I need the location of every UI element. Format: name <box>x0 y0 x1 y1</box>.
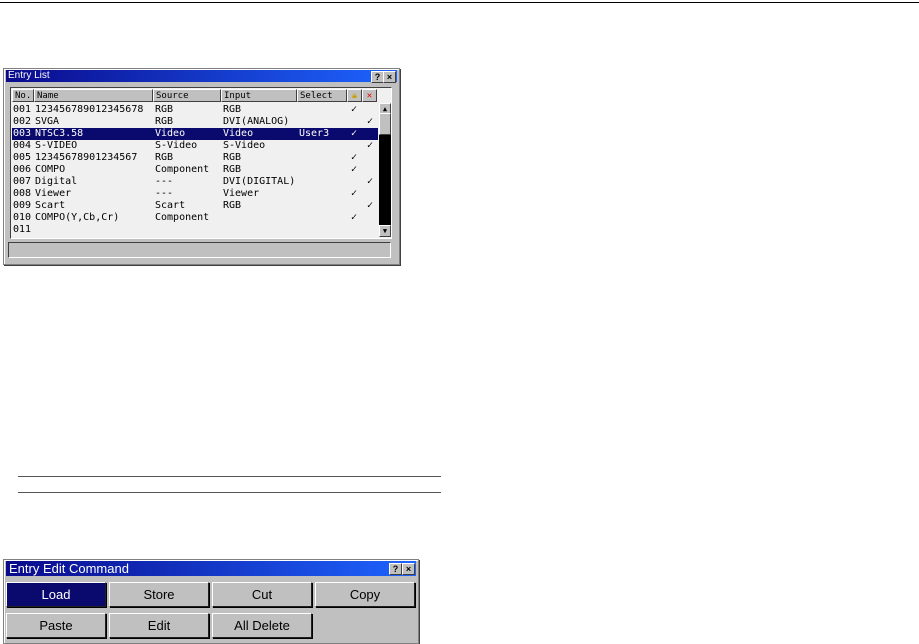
edit-button[interactable]: Edit <box>109 613 209 638</box>
entry-no: 010 <box>13 212 32 223</box>
entry-name: Digital <box>35 176 78 187</box>
table-row[interactable]: 001 123456789012345678 RGB RGB ✓ <box>12 104 378 116</box>
header-name[interactable]: Name <box>34 89 153 102</box>
entry-source: --- <box>155 188 174 199</box>
entry-no: 005 <box>13 152 32 163</box>
lock-check: ✓ <box>351 152 358 163</box>
entry-no: 006 <box>13 164 32 175</box>
lock-check: ✓ <box>351 212 358 223</box>
entry-input: RGB <box>223 200 242 211</box>
entry-source: --- <box>155 176 174 187</box>
delete-check: ✓ <box>367 140 374 151</box>
entry-name: 123456789012345678 <box>35 104 144 115</box>
entry-input: DVI(DIGITAL) <box>223 176 296 187</box>
entry-input: RGB <box>223 152 242 163</box>
scroll-thumb[interactable] <box>379 113 391 135</box>
entry-name: S-VIDEO <box>35 140 78 151</box>
entry-name: Viewer <box>35 188 72 199</box>
lock-check: ✓ <box>351 128 358 139</box>
window-title: Entry List <box>8 70 50 81</box>
entry-source: RGB <box>155 116 174 127</box>
entry-name: Scart <box>35 200 66 211</box>
header-source[interactable]: Source <box>153 89 221 102</box>
entry-no: 009 <box>13 200 32 211</box>
separator-line <box>18 476 441 477</box>
entry-no: 011 <box>13 224 32 235</box>
entry-table: No. Name Source Input Select 🔒︎ ✕ 001 123… <box>10 87 392 239</box>
entry-input: RGB <box>223 104 242 115</box>
scroll-down-arrow-icon[interactable]: ▼ <box>379 225 391 237</box>
table-row[interactable]: 011 <box>12 224 378 236</box>
copy-button[interactable]: Copy <box>315 582 415 607</box>
entry-source: Scart <box>155 200 186 211</box>
entry-no: 007 <box>13 176 32 187</box>
all-delete-button[interactable]: All Delete <box>212 613 312 638</box>
entry-name: SVGA <box>35 116 60 127</box>
header-input[interactable]: Input <box>221 89 297 102</box>
header-no[interactable]: No. <box>12 89 34 102</box>
entry-no: 001 <box>13 104 32 115</box>
entry-no: 003 <box>13 128 32 139</box>
entry-source: S-Video <box>155 140 198 151</box>
top-rule <box>0 2 919 3</box>
table-row[interactable]: 009 Scart Scart RGB ✓ <box>12 200 378 212</box>
entry-name: 12345678901234567 <box>35 152 138 163</box>
entry-no: 004 <box>13 140 32 151</box>
table-row[interactable]: 005 12345678901234567 RGB RGB ✓ <box>12 152 378 164</box>
scrollbar[interactable]: ▲ ▼ <box>379 103 391 237</box>
entry-source: RGB <box>155 152 174 163</box>
delete-check: ✓ <box>367 200 374 211</box>
entry-input: Video <box>223 128 254 139</box>
entry-input: Viewer <box>223 188 260 199</box>
table-row[interactable]: 008 Viewer --- Viewer ✓ <box>12 188 378 200</box>
lock-check: ✓ <box>351 104 358 115</box>
table-row[interactable]: 004 S-VIDEO S-Video S-Video ✓ <box>12 140 378 152</box>
entry-list-window: Entry List ? × No. Name Source Input Sel… <box>3 68 400 265</box>
close-button[interactable]: × <box>402 563 415 575</box>
close-button[interactable]: × <box>383 71 396 83</box>
lock-icon[interactable]: 🔒︎ <box>347 89 362 102</box>
load-button[interactable]: Load <box>6 582 106 607</box>
table-row[interactable]: 010 COMPO(Y,Cb,Cr) Component ✓ <box>12 212 378 224</box>
lock-check: ✓ <box>351 164 358 175</box>
help-button[interactable]: ? <box>389 563 402 575</box>
entry-input: S-Video <box>223 140 266 151</box>
entry-no: 002 <box>13 116 32 127</box>
delete-icon[interactable]: ✕ <box>362 89 377 102</box>
store-button[interactable]: Store <box>109 582 209 607</box>
entry-no: 008 <box>13 188 32 199</box>
header-select[interactable]: Select <box>297 89 347 102</box>
entry-source: Component <box>155 212 210 223</box>
entry-edit-title-bar: Entry Edit Command ? × <box>6 561 416 576</box>
table-row[interactable]: 003 NTSC3.58 Video Video User3 ✓ <box>12 128 378 140</box>
entry-source: Component <box>155 164 210 175</box>
entry-source: RGB <box>155 104 174 115</box>
paste-button[interactable]: Paste <box>6 613 106 638</box>
entry-input: DVI(ANALOG) <box>223 116 290 127</box>
entry-name: NTSC3.58 <box>35 128 84 139</box>
entry-list-title-bar: Entry List ? × <box>6 70 397 83</box>
entry-input: RGB <box>223 164 242 175</box>
table-row[interactable]: 007 Digital --- DVI(DIGITAL) ✓ <box>12 176 378 188</box>
separator-line <box>18 492 441 493</box>
cut-button[interactable]: Cut <box>212 582 312 607</box>
lock-check: ✓ <box>351 188 358 199</box>
window-title: Entry Edit Command <box>9 561 129 576</box>
table-row[interactable]: 006 COMPO Component RGB ✓ <box>12 164 378 176</box>
entry-select: User3 <box>299 128 330 139</box>
entry-edit-command-window: Entry Edit Command ? × Load Store Cut Co… <box>3 559 419 644</box>
entry-name: COMPO <box>35 164 66 175</box>
delete-check: ✓ <box>367 176 374 187</box>
entry-source: Video <box>155 128 186 139</box>
delete-check: ✓ <box>367 116 374 127</box>
entry-name: COMPO(Y,Cb,Cr) <box>35 212 120 223</box>
status-bar <box>8 242 391 258</box>
table-row[interactable]: 002 SVGA RGB DVI(ANALOG) ✓ <box>12 116 378 128</box>
